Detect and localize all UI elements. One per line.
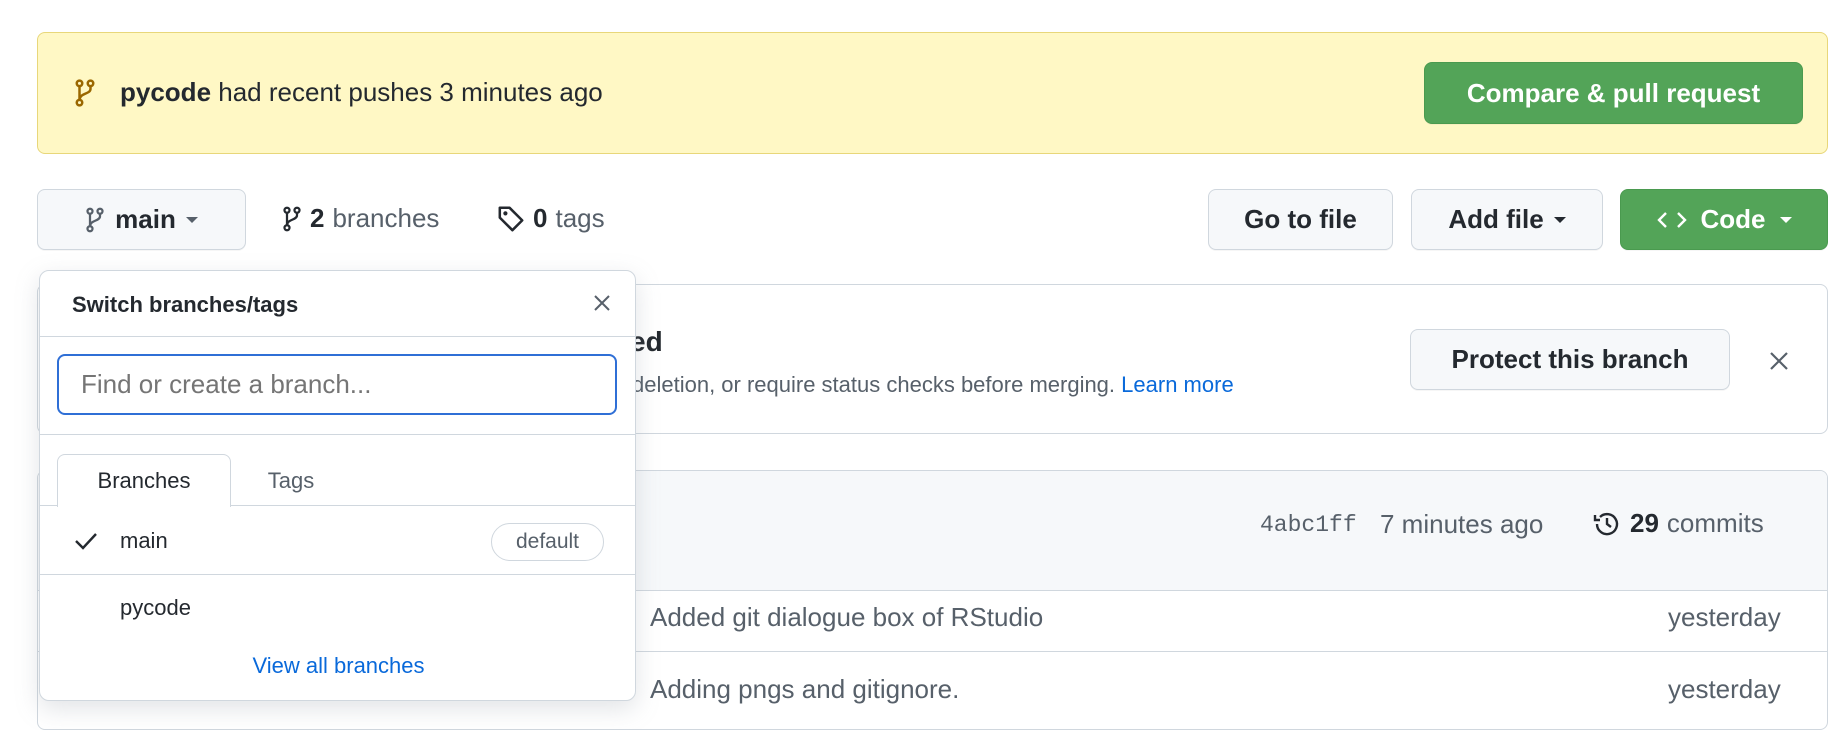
close-icon[interactable] [1768, 350, 1790, 372]
tags-label: tags [555, 203, 605, 233]
add-file-button[interactable]: Add file [1411, 189, 1603, 250]
branches-count: 2 [310, 203, 325, 233]
view-all-branches-link[interactable]: View all branches [40, 653, 635, 679]
code-button[interactable]: Code [1620, 189, 1828, 250]
tags-count: 0 [533, 203, 548, 233]
banner-message: had recent pushes 3 minutes ago [218, 77, 603, 107]
branch-name: pycode [120, 595, 191, 620]
code-icon [1656, 210, 1687, 230]
branches-link[interactable]: 2 branches [282, 203, 439, 234]
code-label: Code [1700, 204, 1766, 234]
protect-label: Protect this branch [1451, 344, 1689, 374]
commits-link[interactable]: 29 commits [1592, 508, 1764, 539]
banner-text: pycode had recent pushes 3 minutes ago [120, 77, 603, 108]
check-icon [74, 531, 98, 551]
add-file-label: Add file [1448, 204, 1544, 234]
go-to-file-label: Go to file [1244, 204, 1357, 234]
branch-search-input[interactable] [57, 354, 617, 415]
learn-more-link[interactable]: Learn more [1121, 372, 1234, 397]
git-branch-icon [74, 79, 96, 107]
branch-item-main[interactable]: main default [40, 506, 635, 575]
tags-link[interactable]: 0 tags [497, 203, 605, 234]
caret-down-icon [1553, 216, 1566, 223]
go-to-file-button[interactable]: Go to file [1208, 189, 1393, 250]
caret-down-icon [1779, 216, 1792, 223]
commit-row-time: yesterday [1668, 674, 1781, 704]
close-icon[interactable] [592, 293, 612, 313]
protect-description: deletion, or require status checks befor… [632, 372, 1234, 397]
tag-icon [497, 205, 525, 233]
default-badge: default [491, 523, 604, 561]
branches-label: branches [332, 203, 440, 233]
dropdown-title: Switch branches/tags [72, 292, 299, 317]
branch-switcher-dropdown: Switch branches/tags Branches Tags main … [39, 270, 636, 701]
caret-down-icon [185, 216, 198, 223]
current-branch-label: main [115, 204, 176, 234]
compare-pull-request-button[interactable]: Compare & pull request [1424, 62, 1803, 124]
commit-time: 7 minutes ago [1380, 509, 1544, 539]
commit-message[interactable]: Added git dialogue box of RStudio [650, 602, 1043, 633]
git-branch-icon [85, 207, 105, 233]
commit-sha[interactable]: 4abc1ff [1260, 512, 1357, 538]
history-icon [1592, 509, 1622, 539]
protect-branch-button[interactable]: Protect this branch [1410, 329, 1730, 390]
git-branch-icon [282, 206, 302, 232]
compare-label: Compare & pull request [1466, 77, 1761, 108]
commit-row-time: yesterday [1668, 602, 1781, 632]
branch-select-button[interactable]: main [37, 189, 246, 250]
banner-branch[interactable]: pycode [120, 77, 211, 107]
tab-label: Branches [97, 468, 191, 493]
commits-label: commits [1666, 508, 1764, 538]
tab-label: Tags [267, 467, 315, 493]
commits-count: 29 [1630, 508, 1659, 538]
branch-name: main [120, 528, 168, 553]
branch-item-pycode[interactable]: pycode [40, 575, 635, 641]
tab-tags[interactable]: Tags [231, 454, 351, 507]
commit-message[interactable]: Adding pngs and gitignore. [650, 674, 959, 705]
tab-branches[interactable]: Branches [57, 454, 231, 507]
